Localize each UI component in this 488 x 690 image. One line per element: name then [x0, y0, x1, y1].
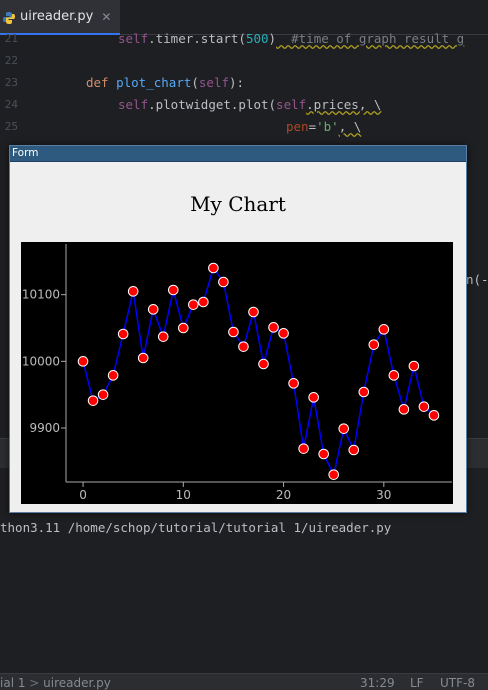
data-point [188, 299, 199, 310]
y-tick-label: 9900 [29, 421, 60, 435]
code-fragment: n(- [466, 272, 488, 287]
data-point [428, 410, 440, 421]
data-point [378, 324, 390, 335]
data-point [358, 386, 370, 398]
data-point [278, 328, 289, 339]
file-encoding[interactable]: UTF-8 [440, 676, 475, 690]
data-point [408, 360, 420, 372]
x-tick-label: 10 [176, 488, 191, 502]
data-point [107, 370, 119, 381]
data-point [157, 331, 169, 342]
tab-label: uireader.py [20, 9, 94, 24]
form-titlebar[interactable]: Form [10, 146, 466, 162]
data-point [218, 276, 229, 288]
data-point [208, 262, 219, 274]
window-title: Form [12, 147, 39, 159]
code-line: def plot_chart(self): [86, 75, 245, 90]
y-tick-label: 10100 [22, 288, 60, 302]
x-tick-label: 0 [79, 488, 87, 502]
code-line: self.plotwidget.plot(self.prices, \ [118, 97, 382, 112]
y-tick-label: 10000 [22, 354, 60, 368]
close-icon[interactable]: ✕ [101, 10, 111, 24]
data-point [248, 306, 259, 318]
x-tick-label: 30 [376, 488, 391, 502]
data-point [167, 284, 179, 296]
data-point [298, 443, 309, 454]
x-tick-label: 20 [276, 488, 291, 502]
form-body: My Chart 9900 10000 10100 0 10 20 30 [10, 162, 466, 512]
code-line: self.timer.start(500) #time of graph res… [118, 31, 465, 46]
data-point [268, 322, 279, 333]
line-ending[interactable]: LF [410, 676, 424, 690]
data-point [127, 286, 139, 297]
data-point [137, 352, 149, 364]
plot-widget[interactable]: 9900 10000 10100 0 10 20 30 [21, 242, 453, 504]
data-point [258, 358, 269, 370]
data-point [117, 328, 129, 340]
data-point [388, 370, 400, 381]
console-command: thon3.11 /home/schop/tutorial/tutorial 1… [0, 520, 392, 535]
status-bar: ial 1 > uireader.py 31:29 LF UTF-8 [0, 673, 488, 690]
data-point [398, 404, 410, 415]
price-chart[interactable]: 9900 10000 10100 0 10 20 30 [21, 242, 453, 504]
data-point [328, 469, 339, 480]
form-window[interactable]: Form My Chart 9900 10000 10100 0 10 20 30 [9, 145, 467, 513]
data-point [77, 356, 89, 367]
data-point [178, 322, 189, 334]
series-line [82, 266, 435, 477]
data-point [87, 395, 99, 406]
data-point [198, 296, 209, 308]
data-point [147, 304, 159, 315]
python-icon [2, 10, 16, 24]
caret-position[interactable]: 31:29 [360, 676, 395, 690]
data-point [318, 448, 329, 460]
data-point [338, 423, 350, 434]
breadcrumb[interactable]: ial 1 > uireader.py [0, 676, 111, 690]
chart-title: My Chart [190, 192, 286, 216]
data-point [238, 341, 249, 352]
data-point [288, 378, 299, 389]
data-point [228, 326, 239, 338]
data-point [308, 392, 319, 403]
data-point [348, 444, 360, 456]
code-line: pen='b', \ [286, 119, 362, 134]
data-point [368, 339, 380, 350]
data-point [418, 401, 430, 412]
data-point [97, 389, 109, 400]
